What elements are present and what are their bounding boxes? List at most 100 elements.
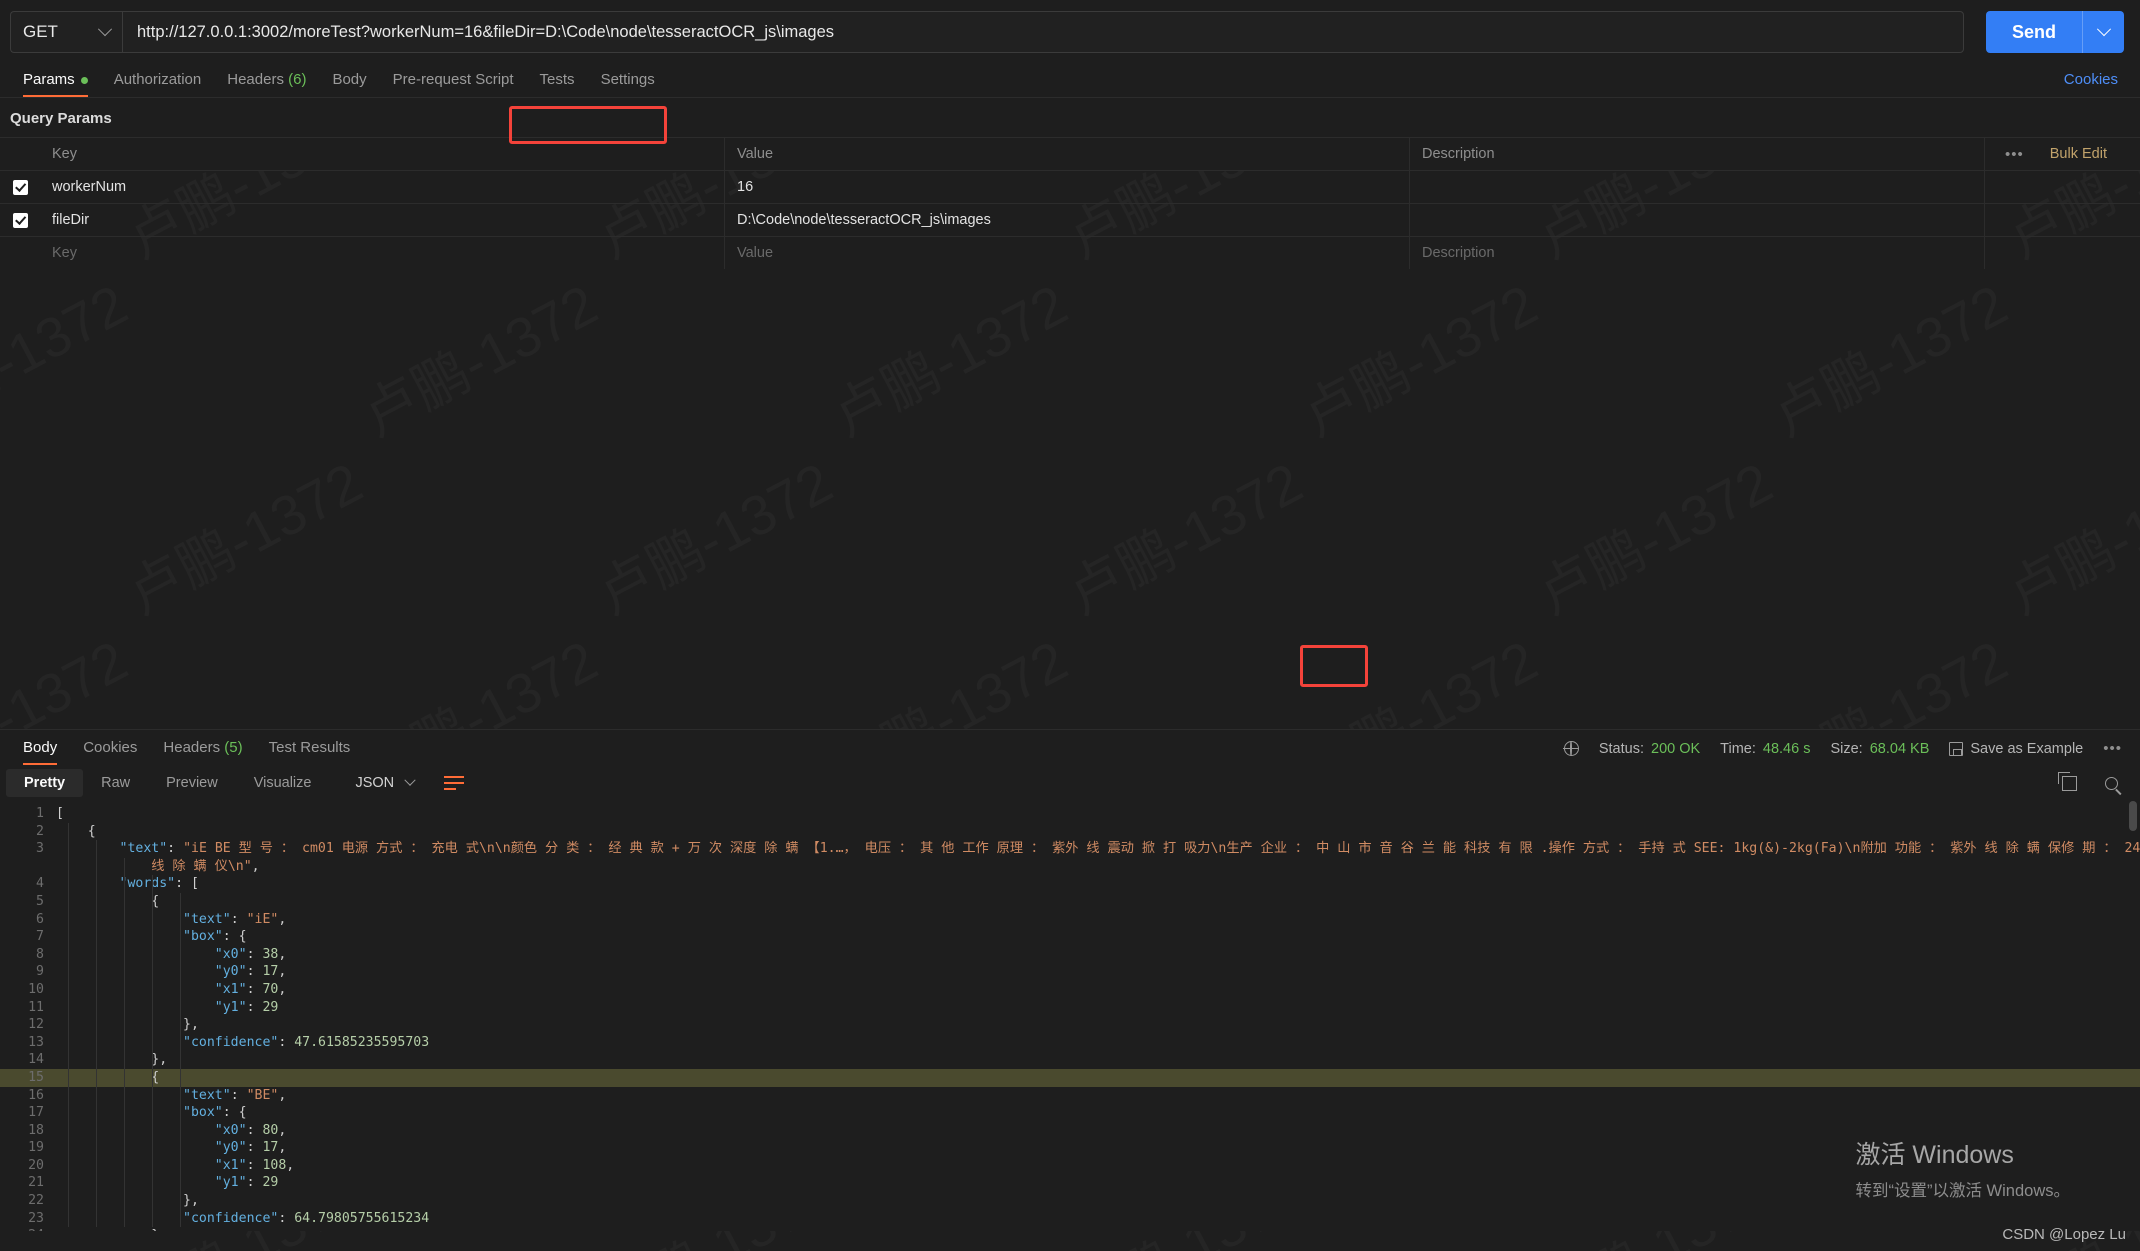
request-tab-label: Body	[332, 71, 367, 88]
code-line: 14 },	[0, 1051, 2140, 1069]
request-tab-settings[interactable]: Settings	[588, 71, 668, 97]
line-number: 15	[28, 1069, 44, 1085]
response-tab-body[interactable]: Body	[10, 739, 70, 765]
param-value-input-text: 16	[737, 179, 754, 195]
new-param-key-input[interactable]: Key	[40, 237, 725, 269]
code-line: 12 },	[0, 1016, 2140, 1034]
new-param-value-input[interactable]: Value	[725, 237, 1410, 269]
wrap-lines-icon[interactable]	[444, 776, 465, 790]
code-line: 线 除 螨 仪\n",	[0, 858, 2140, 876]
param-key-input-text: workerNum	[52, 179, 127, 195]
save-icon	[1949, 741, 1964, 756]
response-tab-label: Test Results	[268, 739, 351, 756]
code-token: "x1"	[214, 981, 247, 997]
params-new-row: Key Value Description	[0, 236, 2140, 269]
send-button[interactable]: Send	[1985, 11, 2082, 53]
line-number: 5	[36, 893, 44, 909]
param-key-input[interactable]: workerNum	[40, 171, 725, 203]
response-tab-cookies[interactable]: Cookies	[70, 739, 150, 765]
response-tab-headers[interactable]: Headers (5)	[150, 739, 255, 765]
code-token: "iE"	[246, 911, 279, 927]
search-icon[interactable]	[2105, 776, 2118, 790]
code-token: 线 除 螨 仪\n"	[151, 858, 252, 874]
size-label: Size:	[1830, 740, 1863, 757]
url-input[interactable]: http://127.0.0.1:3002/moreTest?workerNum…	[122, 11, 1964, 53]
line-number: 14	[28, 1052, 44, 1068]
code-token: 70	[262, 981, 279, 997]
time-label: Time:	[1720, 740, 1756, 757]
bulk-edit-button[interactable]: Bulk Edit	[2050, 146, 2107, 162]
copy-icon[interactable]	[2058, 771, 2077, 791]
code-line-text: },	[56, 1192, 2140, 1210]
request-tab-headers[interactable]: Headers (6)	[214, 71, 319, 97]
format-tab-preview[interactable]: Preview	[148, 769, 236, 797]
code-line: 13 "confidence": 47.61585235595703	[0, 1034, 2140, 1052]
body-format-select[interactable]: JSON	[345, 770, 424, 796]
param-description-input[interactable]	[1410, 204, 1985, 236]
param-value-input[interactable]: 16	[725, 171, 1410, 203]
response-tab-test-results[interactable]: Test Results	[256, 739, 364, 765]
request-tab-params[interactable]: Params	[10, 71, 101, 97]
param-description-input[interactable]	[1410, 171, 1985, 203]
code-token: "y0"	[214, 964, 247, 980]
response-tab-label: Headers	[163, 739, 221, 756]
format-tab-pretty[interactable]: Pretty	[6, 769, 84, 797]
query-params-table: Key Value Description ••• Bulk Edit workerNum…	[0, 137, 2140, 269]
http-method-selector[interactable]: GET	[10, 11, 122, 53]
chevron-down-icon	[97, 22, 113, 37]
param-key-input[interactable]: fileDir	[40, 204, 725, 236]
param-value-input[interactable]: D:\Code\node\tesseractOCR_js\images	[725, 204, 1410, 236]
param-enabled-checkbox[interactable]	[12, 179, 28, 195]
code-token: 38	[262, 946, 279, 962]
code-token: :	[246, 999, 263, 1015]
code-token: ,	[278, 1140, 287, 1156]
code-line-text: "x0": 80,	[56, 1122, 2140, 1140]
code-line-text: "box": {	[56, 928, 2140, 946]
line-number: 17	[28, 1105, 44, 1121]
response-body-code[interactable]: 1[2 {3 "text": "iE BE 型 号 ： cm01 电源 方式 ：…	[0, 801, 2140, 1231]
param-enabled-checkbox[interactable]	[12, 212, 28, 228]
request-tab-pre-request-script[interactable]: Pre-request Script	[380, 71, 527, 97]
line-number: 21	[28, 1175, 44, 1191]
request-url-bar: GET http://127.0.0.1:3002/moreTest?worke…	[0, 0, 2140, 64]
code-token: :	[246, 1175, 263, 1191]
code-line: 23 "confidence": 64.79805755615234	[0, 1210, 2140, 1228]
format-tab-raw[interactable]: Raw	[83, 769, 148, 797]
new-param-description-input[interactable]: Description	[1410, 237, 1985, 269]
format-tab-visualize[interactable]: Visualize	[236, 769, 330, 797]
line-number: 20	[28, 1157, 44, 1173]
request-tab-tests[interactable]: Tests	[527, 71, 588, 97]
params-row: fileDir D:\Code\node\tesseractOCR_js\imag…	[0, 203, 2140, 236]
code-token: },	[151, 1052, 168, 1068]
request-tab-authorization[interactable]: Authorization	[101, 71, 215, 97]
line-number: 1	[36, 806, 44, 821]
cookies-link[interactable]: Cookies	[2064, 71, 2118, 97]
csdn-signature: CSDN @Lopez Lu	[2002, 1226, 2126, 1243]
code-token: :	[246, 946, 263, 962]
postman-window: 卢鹏-1372卢鹏-1372卢鹏-1372卢鹏-1372卢鹏-1372卢鹏-13…	[0, 0, 2140, 1251]
query-params-title: Query Params	[0, 98, 2140, 137]
vertical-scrollbar[interactable]	[2129, 801, 2137, 831]
response-more-options-icon[interactable]: •••	[2103, 740, 2122, 757]
send-options-button[interactable]	[2082, 11, 2124, 53]
params-row-spacer	[1985, 204, 2140, 236]
send-group: Send	[1985, 11, 2124, 53]
code-line: 1[	[0, 805, 2140, 823]
code-line: 8 "x0": 38,	[0, 946, 2140, 964]
save-as-example-button[interactable]: Save as Example	[1949, 741, 2083, 757]
code-line-text: {	[56, 893, 2140, 911]
request-tab-body[interactable]: Body	[319, 71, 379, 97]
code-line: 15 {	[0, 1068, 2140, 1087]
indent-guide	[180, 893, 181, 1227]
params-more-options-icon[interactable]: •••	[2005, 146, 2024, 163]
code-line-text: "y0": 17,	[56, 1139, 2140, 1157]
code-line: 18 "x0": 80,	[0, 1122, 2140, 1140]
